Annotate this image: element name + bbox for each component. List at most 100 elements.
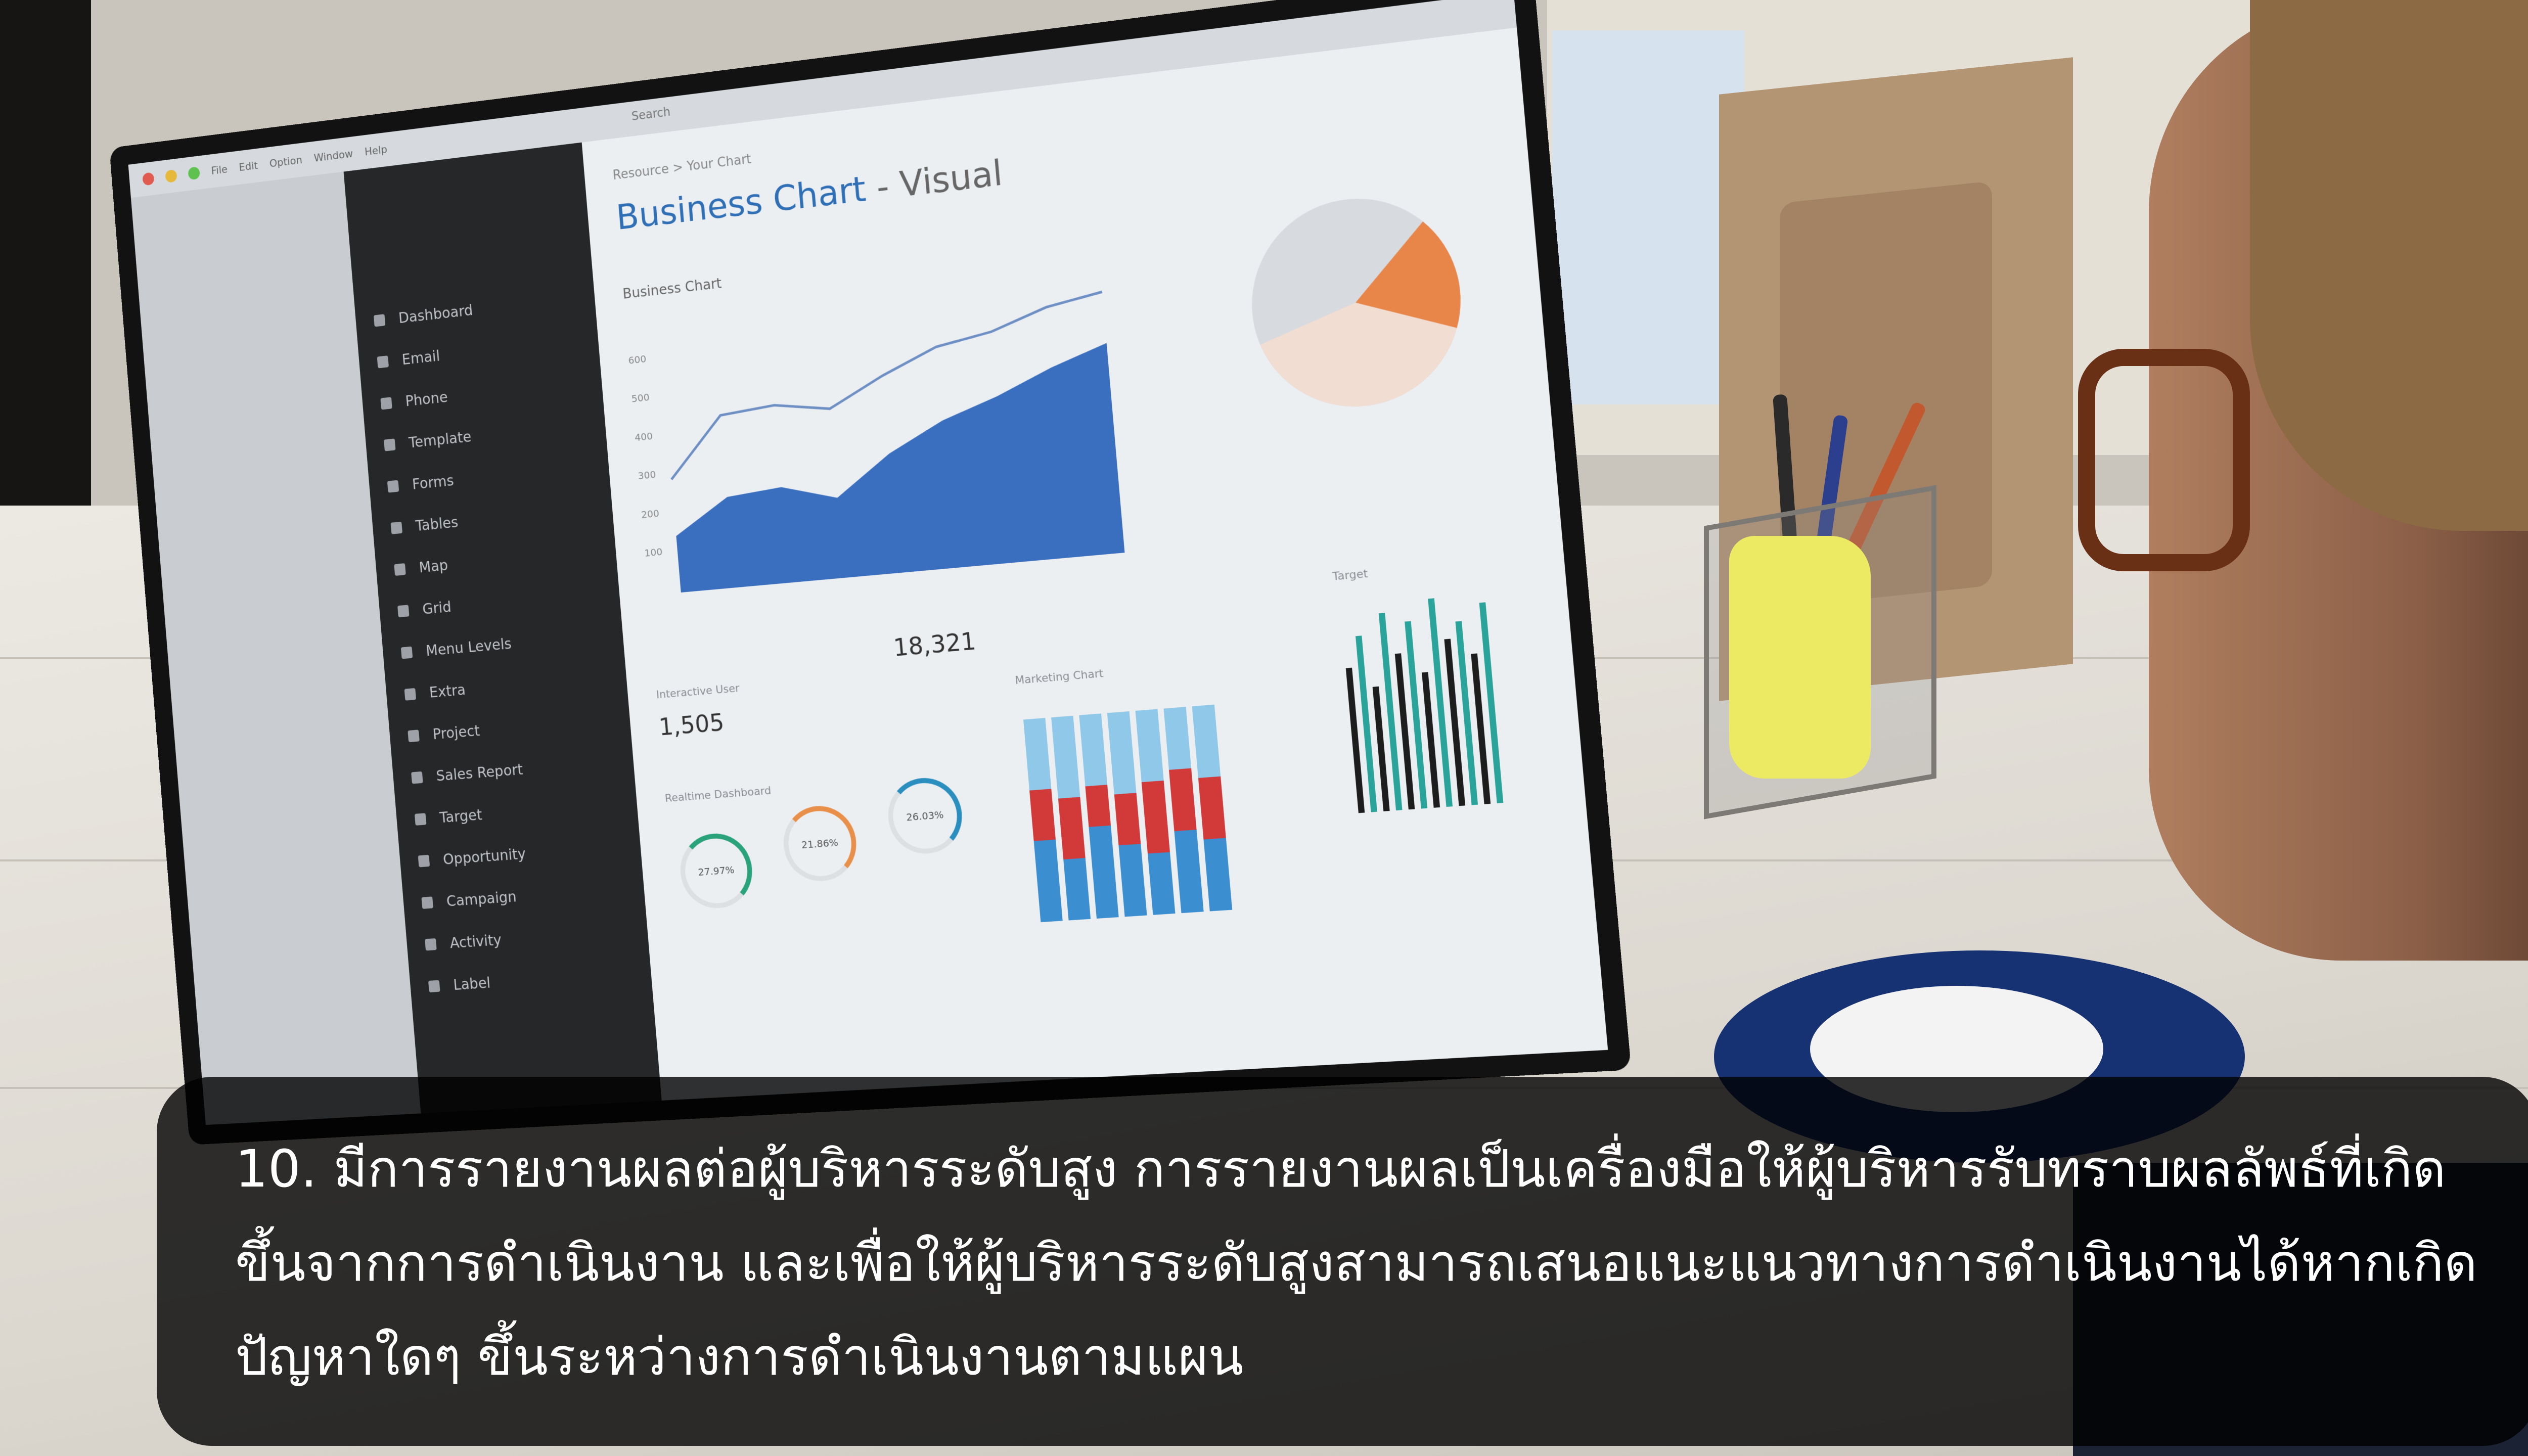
marketing-bar-segment xyxy=(1033,839,1063,923)
sidebar-item-icon xyxy=(390,521,403,534)
sidebar-item: Label xyxy=(428,971,491,999)
sidebar-item-label: Extra xyxy=(428,681,467,701)
sidebar-item-label: Grid xyxy=(422,598,452,618)
sidebar-item-icon xyxy=(411,771,423,784)
marketing-bar-segment xyxy=(1192,704,1221,778)
menu-item: Help xyxy=(364,143,388,158)
marketing-bar-segment xyxy=(1079,713,1108,787)
marketing-bar-segment xyxy=(1118,844,1147,917)
y-tick-label: 100 xyxy=(644,546,663,560)
sidebar-item-icon xyxy=(428,980,440,993)
area-chart: 100 200 300 400 500 600 xyxy=(628,262,1125,593)
menu-item: Edit xyxy=(238,159,259,174)
window-light xyxy=(1552,30,1744,404)
sidebar-item-label: Tables xyxy=(415,513,459,535)
target-label: Target xyxy=(1332,567,1369,583)
sidebar-item: Campaign xyxy=(421,884,517,915)
marketing-bar-segment xyxy=(1198,776,1226,840)
realtime-dashboard-label: Realtime Dashboard xyxy=(664,784,772,805)
sidebar-item: Phone xyxy=(380,385,448,416)
y-tick-label: 400 xyxy=(634,430,653,443)
sidebar-item-icon xyxy=(408,730,420,743)
interactive-user-label: Interactive User xyxy=(655,682,740,702)
marketing-bar-segment xyxy=(1141,780,1170,854)
caption-line-1: 10. มีการรายงานผลต่อผู้บริหารระดับสูง กา… xyxy=(235,1139,2446,1199)
marketing-bar-segment xyxy=(1051,715,1080,799)
marketing-chart xyxy=(1023,704,1233,923)
menu-item: Window xyxy=(313,147,353,165)
eyeglasses xyxy=(2078,349,2250,571)
gauge-2-value: 21.86% xyxy=(801,836,839,851)
sidebar-item-label: Menu Levels xyxy=(425,635,513,660)
title-accent: Visual xyxy=(898,152,1005,205)
sidebar-item-icon xyxy=(425,938,437,951)
search-field: Search xyxy=(630,105,671,123)
marketing-bar-segment xyxy=(1163,707,1192,770)
gauge-1: 27.97% xyxy=(678,831,755,911)
sidebar-item: Menu Levels xyxy=(400,631,513,665)
gauge-3-value: 26.03% xyxy=(906,808,944,824)
marketing-bar-segment xyxy=(1107,711,1137,795)
sidebar-item-label: Phone xyxy=(404,388,448,410)
monitor-screen: File Edit Option Window Help Search Dash… xyxy=(128,0,1608,1125)
sidebar-item-icon xyxy=(397,605,410,618)
marketing-bar-segment xyxy=(1168,768,1197,832)
close-dot-icon xyxy=(142,172,155,186)
chart-heading: Business Chart xyxy=(622,275,723,302)
pie-chart xyxy=(1243,188,1470,417)
sidebar-item-icon xyxy=(377,355,389,369)
y-tick-label: 300 xyxy=(638,469,656,482)
sidebar-item-icon xyxy=(400,646,413,659)
sidebar-item: Forms xyxy=(387,468,455,499)
target-chart xyxy=(1345,598,1504,813)
monitor: File Edit Option Window Help Search Dash… xyxy=(109,0,1632,1145)
sidebar-item-label: Email xyxy=(401,347,441,369)
marketing-bar-segment xyxy=(1135,709,1164,783)
sidebar-item-icon xyxy=(404,688,417,701)
sidebar-item: Grid xyxy=(397,595,452,623)
sidebar-item: Template xyxy=(383,424,472,458)
sidebar-item: Sales Report xyxy=(411,757,524,790)
dashboard-content: Resource > Your Chart Business Chart - V… xyxy=(582,27,1608,1100)
sidebar-item-label: Sales Report xyxy=(435,760,524,785)
sidebar-item-icon xyxy=(414,813,427,826)
sidebar-item: Project xyxy=(407,718,480,748)
sidebar-item-icon xyxy=(384,438,396,451)
sidebar-item-label: Campaign xyxy=(445,888,517,910)
sidebar-item-icon xyxy=(418,854,430,868)
gauge-1-value: 27.97% xyxy=(697,863,735,878)
sidebar-item-icon xyxy=(387,480,399,493)
maximize-dot-icon xyxy=(188,166,200,180)
sidebar-item: Email xyxy=(377,344,441,375)
title-separator: - xyxy=(864,164,901,209)
gauge-2: 21.86% xyxy=(780,803,860,884)
menu-item: File xyxy=(210,163,228,177)
y-tick-label: 600 xyxy=(628,352,647,366)
sidebar-item-label: Activity xyxy=(449,931,503,952)
breadcrumb: Resource > Your Chart xyxy=(612,151,752,184)
sidebar-item-icon xyxy=(380,397,392,410)
sidebar-item-label: Target xyxy=(439,806,483,827)
marketing-bar-segment xyxy=(1203,838,1233,912)
minimize-dot-icon xyxy=(165,169,177,183)
sidebar-item: Opportunity xyxy=(418,841,527,873)
menu-item: Option xyxy=(268,154,303,170)
caption-panel: 10. มีการรายงานผลต่อผู้บริหารระดับสูง กา… xyxy=(157,1077,2528,1446)
marketing-bar-segment xyxy=(1029,789,1056,841)
sidebar-item: Dashboard xyxy=(373,298,474,333)
sidebar-item-label: Label xyxy=(453,974,491,994)
caption-line-3: ปัญหาใดๆ ขึ้นระหว่างการดำเนินงานตามแผน xyxy=(235,1327,1244,1387)
marketing-bar-segment xyxy=(1085,785,1111,827)
marketing-bar-segment xyxy=(1089,825,1119,919)
marketing-bar-segment xyxy=(1174,830,1204,914)
caption-line-2: ขึ้นจากการดำเนินงาน และเพื่อให้ผู้บริหาร… xyxy=(235,1233,2477,1293)
sidebar-item: Map xyxy=(393,553,449,582)
sidebar-item-icon xyxy=(373,314,386,327)
marketing-bar-segment xyxy=(1114,793,1141,846)
marketing-bar-segment xyxy=(1058,797,1086,860)
sidebar-item: Extra xyxy=(404,677,467,707)
sidebar-item-icon xyxy=(421,896,433,909)
marketing-chart-label: Marketing Chart xyxy=(1014,667,1104,688)
sidebar-item-label: Forms xyxy=(411,472,455,493)
stat-value: 18,321 xyxy=(892,627,977,662)
